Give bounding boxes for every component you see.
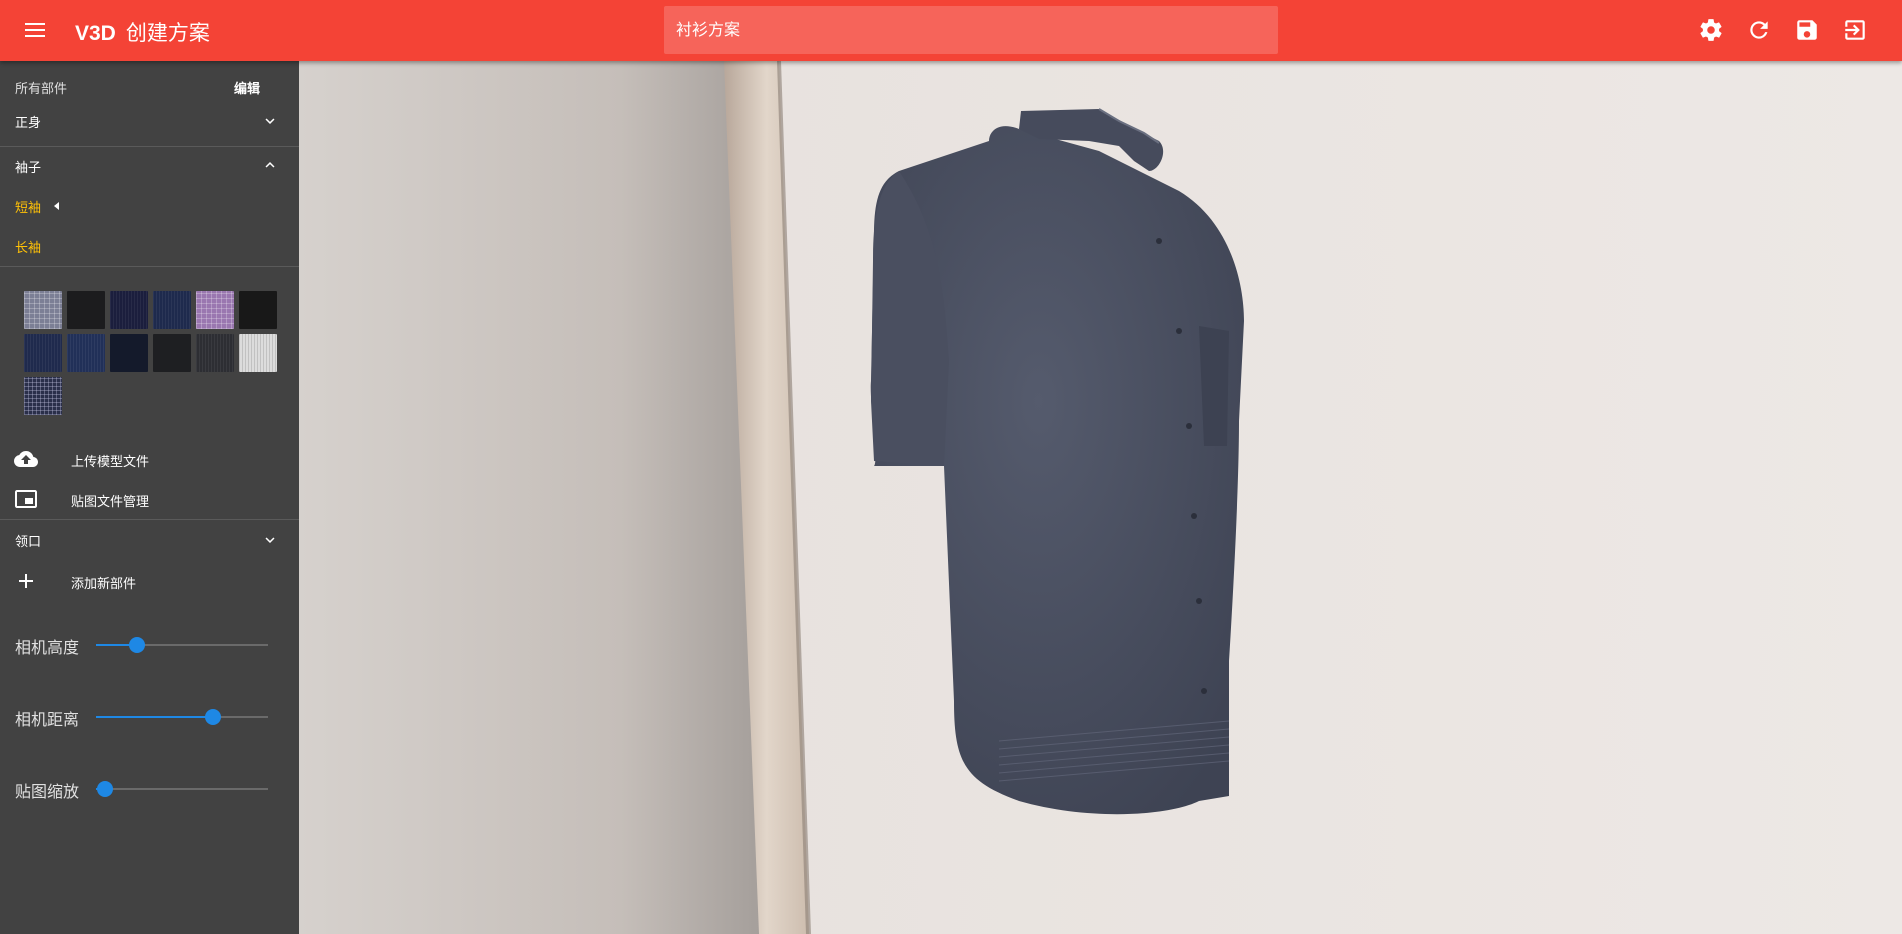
section-body[interactable]: 正身 — [0, 101, 299, 141]
section-label: 正身 — [15, 116, 42, 131]
texture-swatch[interactable] — [239, 334, 277, 372]
slider-label: 相机高度 — [15, 638, 80, 657]
save-icon[interactable] — [1794, 17, 1820, 43]
divider — [0, 266, 299, 267]
texture-swatch[interactable] — [153, 291, 191, 329]
all-parts-header: 所有部件 编辑 — [0, 61, 299, 101]
texture-swatch[interactable] — [24, 377, 62, 415]
app-toolbar: V3D 创建方案 衬衫方案 — [0, 0, 1902, 61]
all-parts-label: 所有部件 — [15, 82, 68, 97]
slider-track[interactable] — [96, 709, 268, 725]
texture-swatch[interactable] — [239, 291, 277, 329]
add-part-label: 添加新部件 — [71, 577, 137, 592]
texture-swatch[interactable] — [67, 291, 105, 329]
slider-thumb[interactable] — [96, 781, 113, 797]
page-title: 创建方案 — [125, 22, 210, 45]
app-title: V3D 创建方案 — [75, 17, 210, 47]
refresh-icon[interactable] — [1746, 17, 1772, 43]
texture-swatch[interactable] — [67, 334, 105, 372]
slider-fill — [96, 716, 213, 718]
settings-icon[interactable] — [1698, 17, 1724, 43]
texture-manage-label: 贴图文件管理 — [71, 495, 150, 510]
slider-label: 贴图缩放 — [15, 782, 80, 801]
menu-icon[interactable] — [24, 19, 48, 41]
scheme-name-input[interactable]: 衬衫方案 — [664, 6, 1278, 54]
texture-swatch[interactable] — [110, 334, 148, 372]
scene-render — [299, 61, 1902, 934]
section-label: 领口 — [15, 535, 42, 550]
texture-swatch[interactable] — [24, 291, 62, 329]
cloud-upload-icon — [14, 447, 38, 471]
sleeve-option-label: 短袖 — [15, 201, 42, 216]
sidebar: 所有部件 编辑 正身 袖子 短袖 长袖 上传模型文件 贴图文件管理 领口 添加新… — [0, 61, 299, 934]
section-sleeves[interactable]: 袖子 — [0, 147, 299, 187]
chevron-up-icon — [261, 156, 279, 174]
edit-button[interactable]: 编辑 — [234, 78, 260, 97]
3d-viewport[interactable] — [299, 61, 1902, 934]
add-part-button[interactable]: 添加新部件 — [0, 561, 299, 601]
slider-track[interactable] — [96, 781, 268, 797]
chevron-down-icon — [261, 112, 279, 130]
picture-in-picture-icon — [14, 487, 38, 511]
section-label: 袖子 — [15, 161, 42, 176]
texture-manage-button[interactable]: 贴图文件管理 — [0, 481, 299, 517]
texture-swatch[interactable] — [196, 291, 234, 329]
exit-icon[interactable] — [1842, 17, 1868, 43]
sleeve-option-long[interactable]: 长袖 — [0, 227, 299, 263]
slider-thumb[interactable] — [129, 637, 146, 653]
upload-label: 上传模型文件 — [71, 455, 150, 470]
texture-swatch[interactable] — [110, 291, 148, 329]
app-brand: V3D — [75, 22, 116, 45]
slider-track[interactable] — [96, 637, 268, 653]
section-collar[interactable]: 领口 — [0, 520, 299, 560]
texture-swatch[interactable] — [196, 334, 234, 372]
sleeve-option-short[interactable]: 短袖 — [0, 187, 299, 223]
slider-thumb[interactable] — [204, 709, 221, 725]
slider-label: 相机距离 — [15, 710, 80, 729]
upload-model-button[interactable]: 上传模型文件 — [0, 441, 299, 477]
texture-swatch[interactable] — [153, 334, 191, 372]
sleeve-option-label: 长袖 — [15, 241, 42, 256]
caret-left-icon — [54, 202, 59, 210]
chevron-down-icon — [261, 531, 279, 549]
plus-icon — [14, 569, 38, 593]
texture-swatch[interactable] — [24, 334, 62, 372]
